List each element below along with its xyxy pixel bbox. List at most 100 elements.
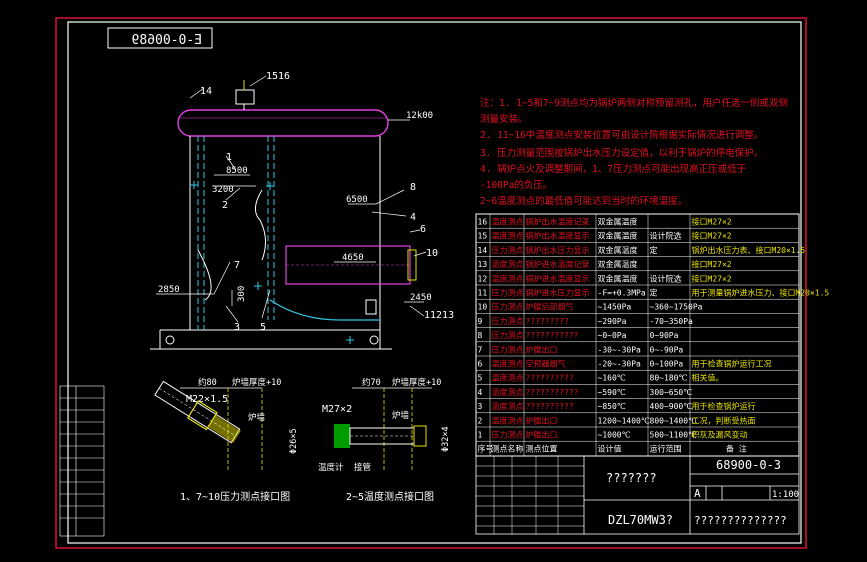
drawing-number-top: E-0-00689 <box>132 33 202 48</box>
note-line-4: 4. 锅炉点火及调整期间，1、7压力测点可能出现高正压或低于 <box>480 163 746 175</box>
table-cell-range: 80~180℃ <box>650 374 688 383</box>
table-cell-name: 锅炉出水温度记录 <box>526 217 590 227</box>
table-cell-range: 0~-90Pa <box>650 345 684 354</box>
detail2-thread: M27×2 <box>322 404 352 415</box>
table-cell-remark: 接口M27×2 <box>692 231 732 241</box>
table-cell-no: 6 <box>478 360 483 369</box>
note-line-5: -100Pa的负压。 <box>480 179 552 191</box>
note-line-6: 2~6温度测点的最低值可能达到当时的环境温度。 <box>480 195 687 207</box>
table-cell-range: 0~90Pa <box>650 331 679 340</box>
table-cell-remark: 用于检查锅炉运行工况 <box>692 359 772 369</box>
table-cell-type: 温度测点 <box>492 373 524 383</box>
table-cell-range: 800~1400℃ <box>650 416 698 425</box>
table-cell-name: 锅炉进水温度显示 <box>526 273 590 283</box>
table-cell-range: 定 <box>650 245 658 255</box>
table-cell-type: 压力测点 <box>492 302 524 312</box>
note-line-1: 测量安装。 <box>480 113 528 125</box>
table-cell-name: 锅炉进水温度记录 <box>526 259 590 269</box>
table-cell-name: 炉膛后部烟气 <box>526 302 574 312</box>
table-cell-remark: 积灰及漏风变动 <box>692 430 748 440</box>
table-cell-name: 炉膛出口 <box>526 430 558 440</box>
table-cell-type: 温度测点 <box>492 231 524 241</box>
detail1-label-b: 炉墙厚度+10 <box>232 377 281 388</box>
table-cell-meter: ~160℃ <box>598 374 626 383</box>
table-cell-name: ?????????? <box>526 402 574 411</box>
table-cell-type: 压力测点 <box>492 288 524 298</box>
table-cell-type: 压力测点 <box>492 245 524 255</box>
table-cell-meter: 双金属温度 <box>598 273 638 283</box>
table-header-remark: 备 注 <box>726 444 747 454</box>
dim-d8: 2450 <box>410 293 432 303</box>
dim-d1: 12k00 <box>406 111 433 121</box>
table-cell-no: 8 <box>478 331 483 340</box>
table-cell-remark: 工况，判断受热面 <box>692 415 756 425</box>
callout-c9: 7 <box>234 260 240 271</box>
table-cell-range: 400~900℃ <box>650 402 693 411</box>
table-cell-meter: 双金属温度 <box>598 259 638 269</box>
table-cell-range: 设计院选 <box>650 231 682 241</box>
callout-c11: 5 <box>260 322 266 333</box>
table-cell-meter: -20~-30Pa <box>598 360 642 369</box>
revision-letter: A <box>694 487 701 500</box>
drawing-scale: 1:100 <box>772 490 799 500</box>
table-cell-no: 13 <box>478 260 488 269</box>
table-cell-no: 5 <box>478 374 483 383</box>
table-cell-range: 定 <box>650 288 658 298</box>
table-cell-no: 14 <box>478 246 488 255</box>
table-cell-meter: -30~-30Pa <box>598 345 642 354</box>
table-cell-name: ??????????? <box>526 388 579 397</box>
table-cell-range: -70~350Pa <box>650 317 694 326</box>
detail2-label-b: 炉墙厚度+10 <box>392 377 441 388</box>
table-cell-remark: 用于检查锅炉运行 <box>692 401 756 411</box>
table-cell-range: 设计院选 <box>650 273 682 283</box>
table-cell-meter: 双金属温度 <box>598 217 638 227</box>
company-placeholder: ?????????????? <box>694 514 787 527</box>
table-cell-name: 锅炉出水温度显示 <box>526 231 590 241</box>
detail2-title: 2~5温度测点接口图 <box>346 490 434 503</box>
dim-d5: 4650 <box>342 253 364 263</box>
table-cell-type: 压力测点 <box>492 344 524 354</box>
table-cell-name: 锅炉进水压力显示 <box>526 288 590 298</box>
table-cell-no: 15 <box>478 232 488 241</box>
table-cell-meter: ~1000℃ <box>598 431 631 440</box>
table-cell-type: 温度测点 <box>492 359 524 369</box>
table-cell-remark: 接口M27×2 <box>692 217 732 227</box>
detail1-dia: Φ26×5 <box>289 428 299 454</box>
table-cell-remark: 用于测量锅炉进水压力、接口M20×1.5 <box>692 288 830 298</box>
table-cell-type: 温度测点 <box>492 259 524 269</box>
table-cell-type: 压力测点 <box>492 330 524 340</box>
table-cell-meter: ~1450Pa <box>598 303 632 312</box>
callout-c5: 8 <box>410 182 416 193</box>
callout-c3: 1 <box>226 152 232 163</box>
callout-c7: 6 <box>420 224 426 235</box>
dim-d4: 6500 <box>346 195 368 205</box>
table-cell-meter: ~0~0Pa <box>598 331 627 340</box>
table-cell-name: 空预器烟气 <box>526 359 566 369</box>
table-cell-no: 2 <box>478 416 483 425</box>
callout-c6: 4 <box>410 212 416 223</box>
table-cell-no: 16 <box>478 218 488 227</box>
table-cell-remark: 接口M27×2 <box>692 259 732 269</box>
detail2-label-a: 约70 <box>362 377 381 388</box>
table-cell-type: 压力测点 <box>492 316 524 326</box>
table-cell-name: 锅炉出水压力显示 <box>526 245 590 255</box>
table-header-name: 测点位置 <box>526 444 558 454</box>
table-cell-type: 压力测点 <box>492 430 524 440</box>
table-cell-range: 300~650℃ <box>650 388 693 397</box>
callout-c8: 10 <box>426 248 438 259</box>
table-cell-no: 4 <box>478 388 483 397</box>
callout-c12: 11213 <box>424 310 454 321</box>
table-cell-name: ????????? <box>526 317 570 326</box>
detail1-label-a: 约80 <box>198 377 217 388</box>
table-cell-no: 7 <box>478 345 483 354</box>
callout-c10: 3 <box>234 322 240 333</box>
table-cell-remark: 相关值。 <box>692 373 724 383</box>
table-cell-type: 温度测点 <box>492 415 524 425</box>
table-cell-range: 500~1100℃ <box>650 431 698 440</box>
detail2-label-d: 温度计 <box>318 462 344 473</box>
table-cell-meter: -F=+0.3MPa <box>598 289 646 298</box>
table-header-type: 测点名称 <box>492 444 524 454</box>
table-cell-meter: 1200~1400℃ <box>598 416 650 425</box>
table-cell-no: 11 <box>478 289 488 298</box>
table-cell-no: 9 <box>478 317 483 326</box>
